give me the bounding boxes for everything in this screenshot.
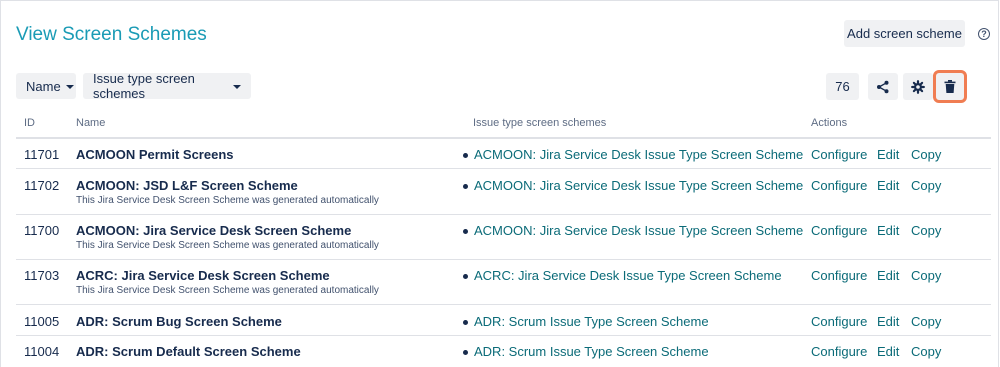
row-description: This Jira Service Desk Screen Scheme was… bbox=[76, 285, 379, 296]
column-header-actions: Actions bbox=[811, 117, 848, 129]
add-screen-scheme-button[interactable]: Add screen scheme bbox=[844, 20, 965, 47]
row-issue-type-screen-scheme-link[interactable]: ACRC: Jira Service Desk Issue Type Scree… bbox=[463, 268, 782, 283]
column-header-id: ID bbox=[24, 117, 35, 129]
configure-link[interactable]: Configure bbox=[811, 223, 867, 238]
table-row: 11700 ACMOON: Jira Service Desk Screen S… bbox=[16, 215, 991, 260]
column-header-issue-type-screen-schemes: Issue type screen schemes bbox=[473, 117, 607, 129]
name-filter-label: Name bbox=[26, 78, 61, 94]
edit-link[interactable]: Edit bbox=[877, 178, 899, 193]
row-id: 11703 bbox=[24, 268, 60, 283]
edit-link[interactable]: Edit bbox=[877, 223, 899, 238]
chevron-down-icon bbox=[233, 85, 241, 89]
row-id: 11005 bbox=[24, 314, 60, 329]
configure-link[interactable]: Configure bbox=[811, 178, 867, 193]
configure-link[interactable]: Configure bbox=[811, 147, 867, 162]
table-row: 11701 ACMOON Permit Screens ACMOON: Jira… bbox=[16, 139, 991, 169]
row-name: ACMOON: JSD L&F Screen Scheme bbox=[76, 178, 298, 193]
table-row: 11703 ACRC: Jira Service Desk Screen Sch… bbox=[16, 260, 991, 305]
row-name: ACMOON: Jira Service Desk Screen Scheme bbox=[76, 223, 352, 238]
row-issue-type-screen-scheme-link[interactable]: ADR: Scrum Issue Type Screen Scheme bbox=[463, 344, 709, 359]
edit-link[interactable]: Edit bbox=[877, 314, 899, 329]
copy-link[interactable]: Copy bbox=[911, 268, 941, 283]
gear-icon bbox=[911, 79, 925, 94]
column-header-name: Name bbox=[76, 117, 106, 129]
chevron-down-icon bbox=[65, 85, 74, 89]
share-icon bbox=[877, 80, 889, 93]
row-description: This Jira Service Desk Screen Scheme was… bbox=[76, 240, 379, 251]
copy-link[interactable]: Copy bbox=[911, 178, 941, 193]
row-id: 11700 bbox=[24, 223, 60, 238]
configure-link[interactable]: Configure bbox=[811, 344, 867, 359]
issue-type-screen-schemes-filter-dropdown[interactable]: Issue type screen schemes bbox=[83, 71, 251, 101]
share-button[interactable] bbox=[868, 73, 898, 100]
row-issue-type-screen-scheme-link[interactable]: ACMOON: Jira Service Desk Issue Type Scr… bbox=[462, 178, 803, 193]
copy-link[interactable]: Copy bbox=[911, 223, 941, 238]
page-title: View Screen Schemes bbox=[16, 24, 207, 45]
row-issue-type-screen-scheme-link[interactable]: ADR: Scrum Issue Type Screen Scheme bbox=[463, 314, 709, 329]
row-issue-type-screen-scheme-link[interactable]: ACMOON: Jira Service Desk Issue Type Scr… bbox=[462, 147, 803, 162]
its-filter-label: Issue type screen schemes bbox=[93, 71, 195, 101]
row-id: 11701 bbox=[24, 147, 60, 162]
row-name: ADR: Scrum Default Screen Scheme bbox=[76, 344, 301, 359]
row-issue-type-screen-scheme-link[interactable]: ACMOON: Jira Service Desk Issue Type Scr… bbox=[462, 223, 803, 238]
table-row: 11005 ADR: Scrum Bug Screen Scheme ADR: … bbox=[16, 305, 991, 336]
name-filter-dropdown[interactable]: Name bbox=[16, 73, 76, 99]
row-name: ACMOON Permit Screens bbox=[76, 147, 234, 162]
trash-icon bbox=[944, 80, 956, 93]
row-name: ACRC: Jira Service Desk Screen Scheme bbox=[76, 268, 330, 283]
row-description: This Jira Service Desk Screen Scheme was… bbox=[76, 195, 379, 206]
row-id: 11004 bbox=[24, 344, 60, 359]
copy-link[interactable]: Copy bbox=[911, 344, 941, 359]
copy-link[interactable]: Copy bbox=[911, 314, 941, 329]
configure-link[interactable]: Configure bbox=[811, 314, 867, 329]
scheme-count: 76 bbox=[826, 73, 859, 100]
table-row: 11004 ADR: Scrum Default Screen Scheme A… bbox=[16, 336, 991, 367]
settings-button[interactable] bbox=[903, 73, 933, 100]
copy-link[interactable]: Copy bbox=[911, 147, 941, 162]
configure-link[interactable]: Configure bbox=[811, 268, 867, 283]
row-name: ADR: Scrum Bug Screen Scheme bbox=[76, 314, 282, 329]
edit-link[interactable]: Edit bbox=[877, 268, 899, 283]
table-row: 11702 ACMOON: JSD L&F Screen Scheme This… bbox=[16, 169, 991, 215]
delete-button[interactable] bbox=[933, 70, 967, 103]
edit-link[interactable]: Edit bbox=[877, 344, 899, 359]
edit-link[interactable]: Edit bbox=[877, 147, 899, 162]
help-icon[interactable]: ? bbox=[978, 28, 990, 40]
row-id: 11702 bbox=[24, 178, 60, 193]
